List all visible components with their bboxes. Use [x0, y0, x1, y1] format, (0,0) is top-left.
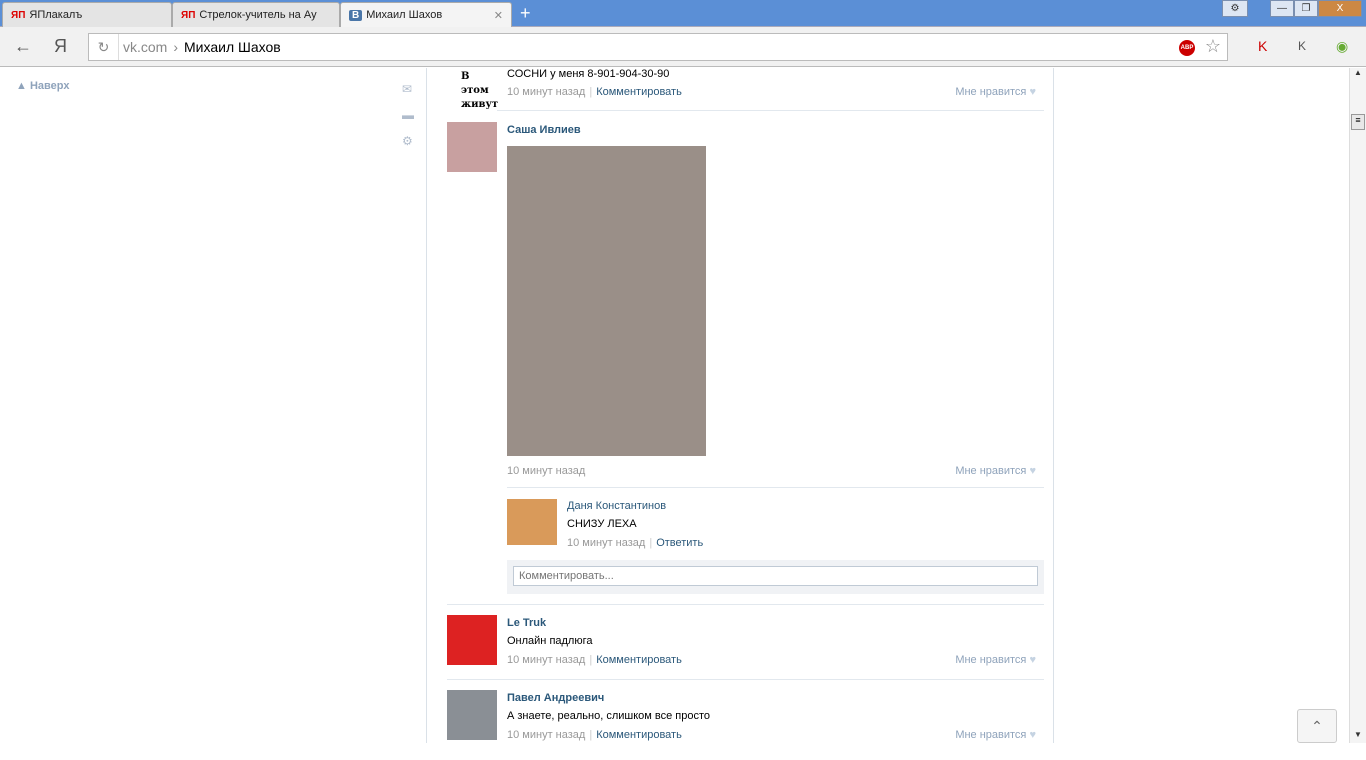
- url-host: vk.com: [123, 39, 168, 55]
- feed-post: Саша Ивлиев 10 минут назад Мне нравится …: [447, 111, 1044, 605]
- left-sidebar: ▲ Наверх ✉ ▬ ⚙: [0, 68, 426, 743]
- like-button[interactable]: Мне нравится ♥: [955, 86, 1036, 98]
- post-text: Онлайн падлюга: [507, 635, 593, 647]
- post-time[interactable]: 10 минут назад: [507, 465, 585, 477]
- feed-post: Le Truk Онлайн падлюга 10 минут назад | Ко…: [447, 605, 1044, 680]
- author-name[interactable]: Павел Андреевич: [507, 692, 604, 704]
- comment-author[interactable]: Даня Константинов: [567, 500, 666, 512]
- post-time[interactable]: 10 минут назад: [507, 654, 585, 666]
- heart-icon: ♥: [1029, 86, 1036, 98]
- yaplakal-favicon-icon: ЯП: [11, 9, 26, 21]
- like-button[interactable]: Мне нравится ♥: [955, 654, 1036, 666]
- heart-icon: ♥: [1029, 465, 1036, 477]
- tab-strelok[interactable]: ЯП Стрелок-учитель на Ау: [172, 2, 340, 27]
- up-label: Наверх: [29, 80, 70, 92]
- post-text: А знаете, реально, слишком все просто: [507, 710, 711, 722]
- comment-link[interactable]: Комментировать: [596, 729, 682, 741]
- yaplakal-favicon-icon: ЯП: [181, 9, 196, 21]
- scroll-thumb[interactable]: ≡: [1351, 114, 1365, 130]
- comment-avatar[interactable]: [507, 499, 557, 545]
- comment-link[interactable]: Комментировать: [596, 86, 682, 98]
- scroll-up-link[interactable]: ▲ Наверх: [16, 80, 69, 92]
- extension-k-icon[interactable]: K: [1298, 39, 1306, 53]
- close-tab-icon[interactable]: ✕: [494, 9, 503, 22]
- restore-icon[interactable]: ❐: [1294, 0, 1318, 17]
- avatar[interactable]: [447, 615, 497, 665]
- comment-meta: 10 минут назад | Ответить: [567, 537, 704, 549]
- like-label: Мне нравится: [955, 654, 1027, 666]
- scrollbar[interactable]: ▲ ≡ ▼: [1349, 68, 1366, 743]
- comment-time[interactable]: 10 минут назад: [567, 537, 645, 549]
- comment-box: [507, 560, 1044, 594]
- comment-input[interactable]: [513, 566, 1038, 586]
- like-button[interactable]: Мне нравится ♥: [955, 465, 1036, 477]
- post-meta: 10 минут назад | Комментировать: [507, 86, 682, 98]
- minimize-icon[interactable]: —: [1270, 0, 1294, 17]
- address-bar[interactable]: ↻ vk.com › Михаил Шахов ABP ☆: [88, 33, 1228, 61]
- tab-vk-active[interactable]: В Михаил Шахов ✕: [340, 2, 512, 27]
- tab-label: Стрелок-учитель на Ау: [199, 9, 317, 21]
- heart-icon: ♥: [1029, 729, 1036, 741]
- back-icon[interactable]: ←: [14, 36, 32, 57]
- url-separator: ›: [173, 39, 179, 55]
- tab-label: ЯПлакалъ: [29, 9, 83, 21]
- bookmark-star-icon[interactable]: ☆: [1205, 36, 1221, 57]
- post-time[interactable]: 10 минут назад: [507, 86, 585, 98]
- author-name[interactable]: Саша Ивлиев: [507, 124, 581, 136]
- like-label: Мне нравится: [955, 86, 1027, 98]
- like-button[interactable]: Мне нравится ♥: [955, 729, 1036, 741]
- kaspersky-icon[interactable]: K: [1258, 38, 1267, 54]
- settings-icon[interactable]: ⚙: [1222, 0, 1248, 17]
- avatar[interactable]: [447, 690, 497, 740]
- like-label: Мне нравится: [955, 729, 1027, 741]
- gear-icon[interactable]: ⚙: [402, 134, 413, 148]
- eye-extension-icon[interactable]: ◉: [1336, 38, 1348, 55]
- heart-icon: ♥: [1029, 654, 1036, 666]
- adblock-icon[interactable]: ABP: [1179, 40, 1195, 56]
- yandex-icon[interactable]: Я: [54, 36, 67, 57]
- post-photo[interactable]: [507, 146, 706, 456]
- post-meta: 10 минут назад | Комментировать: [507, 729, 682, 741]
- mail-icon[interactable]: ✉: [402, 82, 412, 96]
- comment-text: СНИЗУ ЛЕХА: [567, 518, 637, 530]
- comment-link[interactable]: Комментировать: [596, 654, 682, 666]
- news-feed: В этом живут СОСНИ у меня 8-901-904-30-9…: [426, 68, 1054, 743]
- reload-icon[interactable]: ↻: [89, 34, 119, 60]
- scroll-to-top-button[interactable]: ⌃: [1297, 709, 1337, 743]
- post-text: СОСНИ у меня 8-901-904-30-90: [507, 68, 670, 80]
- feed-post: Павел Андреевич А знаете, реально, слишк…: [447, 680, 1044, 760]
- tab-bar: ЯП ЯПлакалъ ЯП Стрелок-учитель на Ау В Миха…: [0, 0, 1366, 27]
- tab-yaplakal[interactable]: ЯП ЯПлакалъ: [2, 2, 172, 27]
- post-time[interactable]: 10 минут назад: [507, 729, 585, 741]
- vk-favicon-icon: В: [349, 9, 363, 21]
- avatar[interactable]: [447, 122, 497, 172]
- url-path: Михаил Шахов: [184, 39, 281, 55]
- close-window-icon[interactable]: X: [1318, 0, 1362, 17]
- feed-post: В этом живут СОСНИ у меня 8-901-904-30-9…: [447, 58, 1044, 118]
- scroll-down-arrow-icon[interactable]: ▼: [1350, 730, 1366, 739]
- post-meta: 10 минут назад | Комментировать: [507, 654, 682, 666]
- reply-link[interactable]: Ответить: [656, 537, 703, 549]
- scroll-up-arrow-icon[interactable]: ▲: [1350, 68, 1366, 77]
- like-label: Мне нравится: [955, 465, 1027, 477]
- divider: [507, 487, 1044, 488]
- chat-icon[interactable]: ▬: [402, 108, 414, 122]
- new-tab-icon[interactable]: +: [520, 3, 531, 24]
- tab-label: Михаил Шахов: [366, 9, 443, 21]
- author-name[interactable]: Le Truk: [507, 617, 546, 629]
